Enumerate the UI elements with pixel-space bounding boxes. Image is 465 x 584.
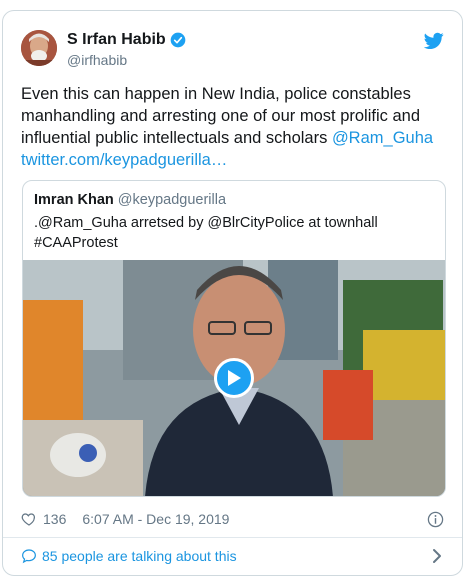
- divider: [3, 537, 462, 538]
- talking-count[interactable]: 85 people are talking about this: [42, 548, 237, 564]
- tweet-text: Even this can happen in New India, polic…: [21, 83, 441, 171]
- twitter-bird-icon[interactable]: [424, 32, 444, 50]
- author-name-row[interactable]: S Irfan Habib: [67, 31, 186, 49]
- author-name[interactable]: S Irfan Habib: [67, 31, 166, 49]
- quoted-text: .@Ram_Guha arretsed by @BlrCityPolice at…: [34, 213, 434, 253]
- play-button[interactable]: [214, 358, 254, 398]
- avatar[interactable]: [21, 30, 57, 66]
- mention-link[interactable]: @Ram_Guha: [332, 129, 433, 147]
- quoted-header: Imran Khan @keypadguerilla: [34, 192, 226, 208]
- chevron-right-icon[interactable]: [430, 548, 444, 564]
- verified-badge-icon: [170, 32, 186, 48]
- embedded-tweet-card[interactable]: S Irfan Habib @irfhabib Even this can ha…: [2, 10, 463, 576]
- timestamp[interactable]: 6:07 AM - Dec 19, 2019: [82, 511, 229, 527]
- quoted-author-name: Imran Khan: [34, 192, 114, 208]
- conversation-link[interactable]: 85 people are talking about this: [21, 546, 444, 566]
- quoted-text-line2: #CAAProtest: [34, 235, 118, 251]
- author-handle[interactable]: @irfhabib: [67, 52, 127, 68]
- heart-icon[interactable]: [21, 511, 37, 527]
- tweet-header: S Irfan Habib @irfhabib: [21, 30, 444, 70]
- quoted-author-handle: @keypadguerilla: [117, 192, 227, 208]
- quoted-text-line1: .@Ram_Guha arretsed by @BlrCityPolice at…: [34, 215, 378, 231]
- play-icon: [228, 370, 241, 386]
- like-count[interactable]: 136: [43, 511, 66, 527]
- quoted-tweet[interactable]: Imran Khan @keypadguerilla .@Ram_Guha ar…: [22, 180, 446, 497]
- tweet-meta: 136 6:07 AM - Dec 19, 2019: [21, 509, 444, 529]
- speech-bubble-icon: [22, 549, 36, 564]
- tweet-url-link[interactable]: twitter.com/keypadguerilla…: [21, 151, 227, 169]
- video-thumbnail[interactable]: [23, 260, 445, 496]
- info-icon[interactable]: [427, 511, 444, 528]
